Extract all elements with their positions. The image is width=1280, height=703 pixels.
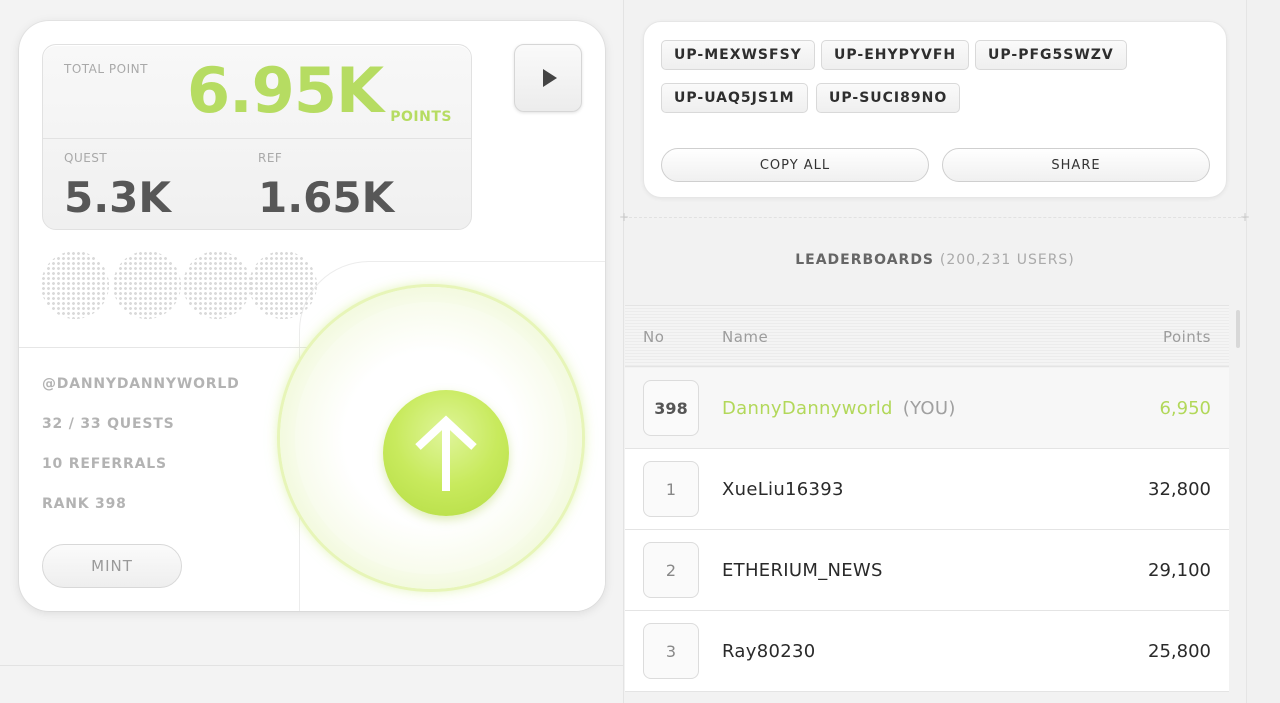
quest-label: QUEST [64, 151, 108, 165]
total-point-label: TOTAL POINT [64, 62, 148, 76]
scrollbar[interactable] [1236, 310, 1240, 348]
player-points: 32,800 [1148, 479, 1211, 500]
player-name: DannyDannyworld (YOU) [722, 398, 956, 419]
leaderboard-row: 3 Ray80230 25,800 [625, 611, 1229, 692]
leaderboard-users-count: (200,231 USERS) [939, 252, 1075, 268]
tap-button[interactable] [383, 390, 509, 516]
dot-circle [113, 251, 181, 319]
column-name: Name [722, 328, 769, 346]
referral-code[interactable]: UP-EHYPYVFH [821, 40, 970, 70]
play-button[interactable] [514, 44, 582, 112]
referral-code[interactable]: UP-UAQ5JS1M [661, 83, 808, 113]
stats-box: TOTAL POINT 6.95K POINTS QUEST 5.3K REF … [42, 44, 472, 230]
column-no: No [643, 328, 665, 346]
referral-codes-card: UP-MEXWSFSY UP-EHYPYVFH UP-PFG5SWZV UP-U… [643, 21, 1227, 198]
tap-ring[interactable] [280, 287, 582, 589]
copy-all-button[interactable]: COPY ALL [661, 148, 929, 182]
quest-value: 5.3K [64, 173, 171, 222]
total-point-unit: POINTS [390, 109, 452, 125]
rank-badge: 3 [643, 623, 699, 679]
arrow-up-icon [415, 415, 477, 491]
player-points: 6,950 [1159, 398, 1211, 419]
player-points: 29,100 [1148, 560, 1211, 581]
rank-text: RANK 398 [42, 496, 127, 512]
quests-count: 32 / 33 QUESTS [42, 416, 175, 432]
right-edge [1246, 0, 1280, 703]
player-name: ETHERIUM_NEWS [722, 560, 883, 581]
share-button[interactable]: SHARE [942, 148, 1210, 182]
you-tag: (YOU) [902, 398, 956, 419]
referral-code[interactable]: UP-SUCI89NO [816, 83, 961, 113]
ref-value: 1.65K [258, 173, 395, 222]
column-points: Points [1162, 328, 1211, 346]
referral-code[interactable]: UP-MEXWSFSY [661, 40, 815, 70]
dot-pattern [41, 251, 321, 321]
leaderboard-row: 1 XueLiu16393 32,800 [625, 449, 1229, 530]
leaderboard-title: LEADERBOARDS (200,231 USERS) [795, 252, 1075, 268]
player-name: Ray80230 [722, 641, 816, 662]
leaderboard-row-self: 398 DannyDannyworld (YOU) 6,950 [625, 368, 1229, 449]
plus-icon: + [619, 210, 630, 224]
plus-icon: + [1240, 210, 1251, 224]
leaderboard-row: 2 ETHERIUM_NEWS 29,100 [625, 530, 1229, 611]
points-card: TOTAL POINT 6.95K POINTS QUEST 5.3K REF … [19, 21, 605, 611]
total-point-value: 6.95K [186, 54, 384, 127]
play-icon [543, 69, 557, 87]
rank-badge: 398 [643, 380, 699, 436]
player-points: 25,800 [1148, 641, 1211, 662]
referrals-count: 10 REFERRALS [42, 456, 167, 472]
mint-button[interactable]: MINT [42, 544, 182, 588]
dot-circle [41, 251, 109, 319]
leaderboard-header: No Name Points [625, 305, 1229, 367]
username: @DANNYDANNYWORLD [42, 376, 240, 392]
dot-circle [183, 251, 251, 319]
player-name: XueLiu16393 [722, 479, 844, 500]
referral-code[interactable]: UP-PFG5SWZV [975, 40, 1127, 70]
rank-badge: 1 [643, 461, 699, 517]
dot-circle [249, 251, 317, 319]
rank-badge: 2 [643, 542, 699, 598]
ref-label: REF [258, 151, 283, 165]
